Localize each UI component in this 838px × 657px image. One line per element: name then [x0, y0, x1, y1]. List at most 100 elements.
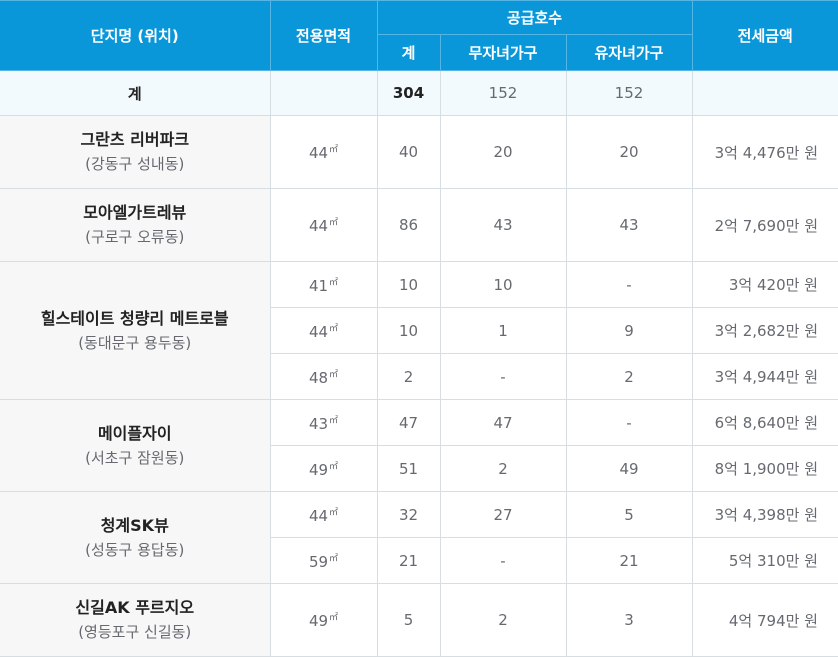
table-row: 그란츠 리버파크 (강동구 성내동) 44㎡ 40 20 20 3억 4,476… [0, 115, 838, 189]
area-value: 44 [308, 322, 329, 341]
with-children-cell: 20 [565, 115, 693, 189]
deposit-cell: 4억 794만 원 [691, 583, 838, 657]
with-children-cell: 49 [565, 445, 693, 492]
area-unit: ㎡ [329, 507, 339, 518]
area-value: 43 [308, 414, 329, 433]
summary-label: 계 [0, 70, 271, 116]
childless-cell: 10 [439, 261, 567, 308]
table-header: 단지명 (위치) 전용면적 공급호수 전세금액 계 무자녀가구 유자녀가구 [0, 0, 838, 71]
area-cell: 49㎡ [269, 583, 378, 657]
area-value: 41 [308, 276, 329, 295]
total-cell: 40 [376, 115, 441, 189]
total-cell: 32 [376, 491, 441, 538]
area-cell: 48㎡ [269, 353, 378, 400]
table-row: 메이플자이 (서초구 잠원동) 43㎡ 47 47 - 6억 8,640만 원 [0, 399, 838, 492]
total-cell: 5 [376, 583, 441, 657]
childless-cell: 2 [439, 445, 567, 492]
total-cell: 10 [376, 261, 441, 308]
complex-name: 모아엘가트레뷰 [83, 203, 187, 222]
childless-cell: - [439, 537, 567, 584]
area-value: 59 [308, 552, 329, 571]
complex-location: (서초구 잠원동) [85, 448, 185, 467]
complex-cell: 메이플자이 (서초구 잠원동) [0, 399, 271, 492]
with-children-cell: 21 [565, 537, 693, 584]
area-value: 48 [308, 368, 329, 387]
supply-table: 단지명 (위치) 전용면적 공급호수 전세금액 계 무자녀가구 유자녀가구 계 … [0, 0, 838, 657]
complex-location: (성동구 용답동) [85, 540, 185, 559]
deposit-cell: 6억 8,640만 원 [691, 399, 838, 446]
header-area: 전용면적 [269, 0, 378, 71]
complex-name: 그란츠 리버파크 [80, 130, 190, 149]
total-cell: 86 [376, 188, 441, 262]
header-complex: 단지명 (위치) [0, 0, 271, 71]
area-cell: 59㎡ [269, 537, 378, 584]
table-row: 모아엘가트레뷰 (구로구 오류동) 44㎡ 86 43 43 2억 7,690만… [0, 188, 838, 262]
with-children-cell: - [565, 399, 693, 446]
total-cell: 2 [376, 353, 441, 400]
complex-name: 신길AK 푸르지오 [75, 598, 195, 617]
summary-with-children: 152 [565, 70, 693, 116]
area-unit: ㎡ [329, 461, 339, 472]
summary-row: 계 304 152 152 [0, 70, 838, 116]
area-value: 44 [308, 217, 329, 235]
area-value: 44 [308, 506, 329, 525]
area-unit: ㎡ [329, 145, 339, 155]
with-children-cell: 43 [565, 188, 693, 262]
summary-deposit [691, 70, 838, 116]
complex-location: (영등포구 신길동) [78, 623, 192, 641]
complex-cell: 청계SK뷰 (성동구 용답동) [0, 491, 271, 584]
area-unit: ㎡ [329, 415, 339, 426]
area-unit: ㎡ [329, 218, 339, 228]
deposit-cell: 8억 1,900만 원 [691, 445, 838, 492]
table-row: 신길AK 푸르지오 (영등포구 신길동) 49㎡ 5 2 3 4억 794만 원 [0, 583, 838, 657]
header-deposit: 전세금액 [691, 0, 838, 71]
area-value: 44 [308, 144, 329, 162]
total-cell: 21 [376, 537, 441, 584]
childless-cell: 2 [439, 583, 567, 657]
complex-location: (동대문구 용두동) [78, 333, 192, 352]
complex-cell: 모아엘가트레뷰 (구로구 오류동) [0, 188, 271, 262]
table-row: 청계SK뷰 (성동구 용답동) 44㎡ 32 27 5 3억 4,398만 원 [0, 491, 838, 584]
childless-cell: 47 [439, 399, 567, 446]
header-total: 계 [376, 34, 441, 71]
area-unit: ㎡ [329, 553, 339, 564]
area-cell: 49㎡ [269, 445, 378, 492]
summary-area [269, 70, 378, 116]
deposit-cell: 3억 4,944만 원 [691, 353, 838, 400]
area-cell: 44㎡ [269, 307, 378, 354]
total-cell: 47 [376, 399, 441, 446]
with-children-cell: 2 [565, 353, 693, 400]
area-cell: 43㎡ [269, 399, 378, 446]
area-cell: 41㎡ [269, 261, 378, 308]
with-children-cell: 5 [565, 491, 693, 538]
table-body: 계 304 152 152 그란츠 리버파크 (강동구 성내동) 44㎡ 40 … [0, 70, 838, 657]
table-row: 힐스테이트 청량리 메트로블 (동대문구 용두동) 41㎡ 10 10 - 3억… [0, 261, 838, 400]
with-children-cell: - [565, 261, 693, 308]
childless-cell: 20 [439, 115, 567, 189]
header-childless: 무자녀가구 [439, 34, 567, 71]
total-cell: 10 [376, 307, 441, 354]
area-value: 49 [308, 612, 329, 630]
deposit-cell: 5억 310만 원 [691, 537, 838, 584]
area-cell: 44㎡ [269, 491, 378, 538]
summary-total: 304 [376, 70, 441, 116]
deposit-cell: 3억 2,682만 원 [691, 307, 838, 354]
childless-cell: 1 [439, 307, 567, 354]
childless-cell: 43 [439, 188, 567, 262]
header-supply: 공급호수 [376, 0, 693, 35]
summary-childless: 152 [439, 70, 567, 116]
total-cell: 51 [376, 445, 441, 492]
area-value: 49 [308, 460, 329, 479]
complex-location: (구로구 오류동) [85, 228, 185, 246]
header-with-children: 유자녀가구 [565, 34, 693, 71]
complex-location: (강동구 성내동) [85, 155, 185, 173]
complex-cell: 신길AK 푸르지오 (영등포구 신길동) [0, 583, 271, 657]
with-children-cell: 3 [565, 583, 693, 657]
area-unit: ㎡ [329, 613, 339, 623]
deposit-cell: 2억 7,690만 원 [691, 188, 838, 262]
complex-cell: 힐스테이트 청량리 메트로블 (동대문구 용두동) [0, 261, 271, 400]
area-unit: ㎡ [329, 323, 339, 334]
childless-cell: 27 [439, 491, 567, 538]
complex-name: 힐스테이트 청량리 메트로블 [40, 308, 229, 328]
deposit-cell: 3억 4,398만 원 [691, 491, 838, 538]
